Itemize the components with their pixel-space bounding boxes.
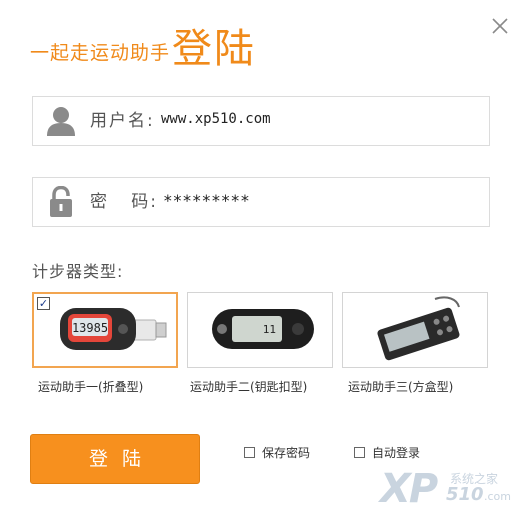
password-input[interactable]: ********* bbox=[163, 179, 463, 223]
remember-password-option[interactable]: 保存密码 bbox=[244, 444, 310, 461]
device-option-folding[interactable]: 13985 ✓ bbox=[32, 292, 178, 368]
device-check-icon: ✓ bbox=[37, 297, 50, 310]
password-field[interactable]: 密 码: ********* bbox=[32, 177, 490, 227]
pedometer-box-image bbox=[377, 296, 460, 361]
watermark-com: .com bbox=[484, 490, 511, 503]
user-icon bbox=[33, 97, 89, 145]
device-type-label: 计步器类型: bbox=[32, 262, 124, 281]
device-screen-text: 13985 bbox=[72, 321, 108, 335]
close-button[interactable] bbox=[488, 14, 512, 38]
auto-login-option[interactable]: 自动登录 bbox=[354, 444, 420, 461]
page-title: 登陆 bbox=[172, 26, 256, 72]
lock-icon bbox=[33, 178, 89, 226]
username-label: 用户名: bbox=[90, 111, 155, 131]
password-label: 密 码: bbox=[90, 192, 158, 212]
auto-login-label: 自动登录 bbox=[372, 446, 421, 460]
username-input[interactable]: www.xp510.com bbox=[161, 97, 461, 141]
device-name-folding: 运动助手一(折叠型) bbox=[38, 380, 144, 394]
watermark-logo: XP bbox=[380, 466, 438, 512]
site-watermark: XP 系统之家 510 .com bbox=[380, 466, 520, 514]
device-name-box: 运动助手三(方盒型) bbox=[348, 380, 454, 394]
device-option-box[interactable] bbox=[342, 292, 488, 368]
username-field[interactable]: 用户名: www.xp510.com bbox=[32, 96, 490, 146]
remember-password-label: 保存密码 bbox=[262, 446, 311, 460]
watermark-num: 510 bbox=[446, 484, 484, 505]
close-icon bbox=[492, 18, 508, 34]
remember-password-checkbox[interactable] bbox=[244, 447, 255, 458]
title-bar: 一起走运动助手 登陆 bbox=[0, 0, 520, 80]
device-name-keychain: 运动助手二(钥匙扣型) bbox=[190, 380, 308, 394]
login-button[interactable]: 登陆 bbox=[30, 434, 200, 484]
pedometer-folding-image: 13985 bbox=[60, 308, 167, 350]
auto-login-checkbox[interactable] bbox=[354, 447, 365, 458]
pedometer-keychain-image: 11 bbox=[212, 309, 314, 349]
device-option-keychain[interactable]: 11 bbox=[187, 292, 333, 368]
app-name: 一起走运动助手 bbox=[30, 42, 171, 64]
device-screen-text: 11 bbox=[263, 323, 276, 336]
